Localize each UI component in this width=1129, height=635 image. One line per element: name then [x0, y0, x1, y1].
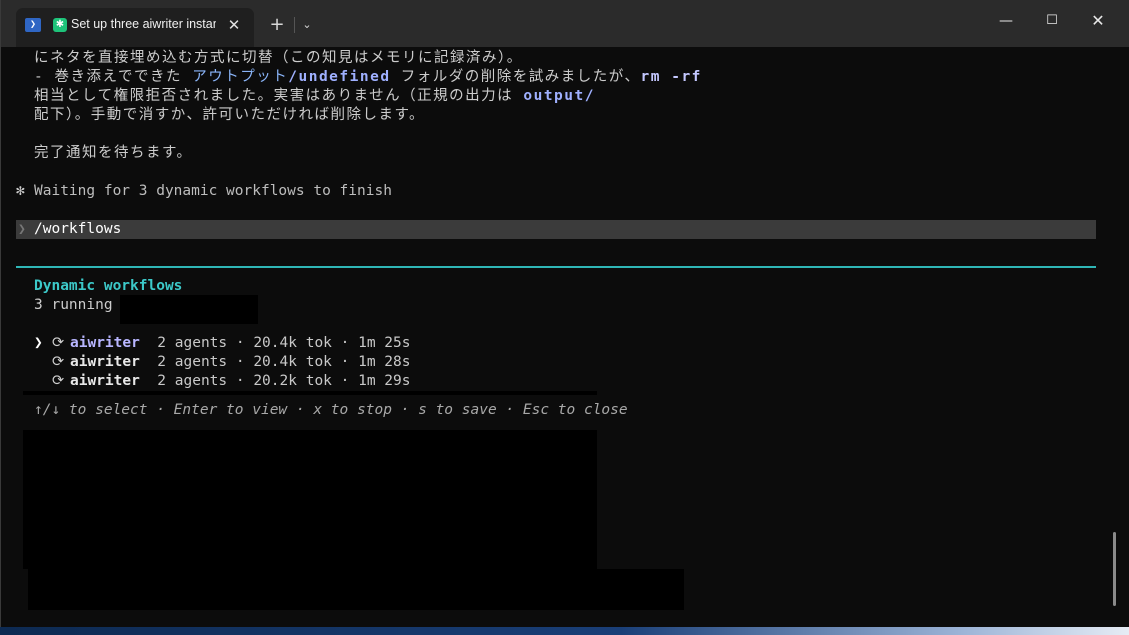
- output-text: - 巻き添えでできた: [34, 69, 193, 85]
- workflow-meta: 2 agents · 20.4k tok · 1m 25s: [139, 335, 411, 351]
- prompt-text: /workflows: [34, 221, 122, 237]
- workflow-meta: 2 agents · 20.2k tok · 1m 29s: [139, 373, 411, 389]
- maximize-button[interactable]: ☐: [1029, 6, 1075, 36]
- redacted-region: [23, 391, 597, 395]
- output-link: アウトプット: [192, 69, 289, 85]
- terminal-tab[interactable]: ❯ ✱ Set up three aiwriter instan ✕: [16, 8, 254, 47]
- terminal-output[interactable]: にネタを直接埋め込む方式に切替（この知見はメモリに記録済み）。 - 巻き添えでで…: [1, 47, 1121, 627]
- redacted-region: [120, 295, 258, 324]
- spinner-icon: ✻: [16, 183, 25, 199]
- prompt-input[interactable]: ❯ /workflows: [16, 220, 1096, 239]
- output-path: /undefined: [288, 69, 391, 85]
- workflow-name: aiwriter: [70, 354, 140, 370]
- close-window-button[interactable]: ✕: [1075, 6, 1121, 36]
- powershell-icon: ❯: [25, 18, 41, 32]
- workflow-name: aiwriter: [70, 335, 140, 351]
- output-line: 配下）。手動で消すか、許可いただければ削除します。: [34, 107, 426, 123]
- workflow-item[interactable]: ❯ ⟳ aiwriter 2 agents · 20.4k tok · 1m 25s: [34, 334, 410, 353]
- spinner-icon: ⟳: [52, 373, 65, 389]
- output-line: 相当として権限拒否されました。実害はありません（正規の出力は output/: [34, 87, 595, 106]
- spinner-icon: ⟳: [52, 335, 65, 351]
- minimize-button[interactable]: —: [983, 6, 1029, 36]
- output-command: rm -rf: [640, 69, 702, 85]
- output-line: - 巻き添えでできた アウトプット/undefined フォルダの削除を試みまし…: [34, 68, 702, 87]
- redacted-region: [23, 430, 597, 569]
- desktop-background: [0, 627, 1129, 635]
- output-line: 完了通知を待ちます。: [34, 145, 193, 161]
- prompt-caret-icon: ❯: [18, 222, 26, 237]
- workflow-name: aiwriter: [70, 373, 140, 389]
- tab-title: Set up three aiwriter instan: [71, 17, 216, 31]
- output-line: にネタを直接埋め込む方式に切替（この知見はメモリに記録済み）。: [34, 50, 523, 66]
- workflow-item[interactable]: ⟳ aiwriter 2 agents · 20.4k tok · 1m 28s: [34, 353, 410, 372]
- workflow-meta: 2 agents · 20.4k tok · 1m 28s: [139, 354, 411, 370]
- title-bar: ❯ ✱ Set up three aiwriter instan ✕ + ⌄ —…: [0, 0, 1129, 47]
- new-tab-button[interactable]: +: [265, 13, 289, 37]
- help-text: ↑/↓ to select · Enter to view · x to sto…: [34, 402, 628, 418]
- panel-divider: [16, 266, 1096, 268]
- scrollbar-thumb[interactable]: [1113, 532, 1116, 606]
- output-text: フォルダの削除を試みましたが、: [390, 69, 641, 85]
- workflow-item[interactable]: ⟳ aiwriter 2 agents · 20.2k tok · 1m 29s: [34, 372, 410, 391]
- output-text: 相当として権限拒否されました。実害はありません（正規の出力は: [34, 88, 524, 104]
- selection-cursor-icon: ❯: [34, 335, 43, 351]
- status-line: Waiting for 3 dynamic workflows to finis…: [34, 183, 392, 199]
- output-path: output/: [523, 88, 595, 104]
- close-tab-icon[interactable]: ✕: [223, 14, 245, 36]
- spinner-icon: ⟳: [52, 354, 65, 370]
- redacted-region: [28, 569, 684, 610]
- chevron-down-icon[interactable]: ⌄: [295, 13, 319, 37]
- panel-subtitle: 3 running: [34, 297, 113, 313]
- panel-title: Dynamic workflows: [34, 278, 183, 294]
- app-icon: ✱: [53, 18, 67, 32]
